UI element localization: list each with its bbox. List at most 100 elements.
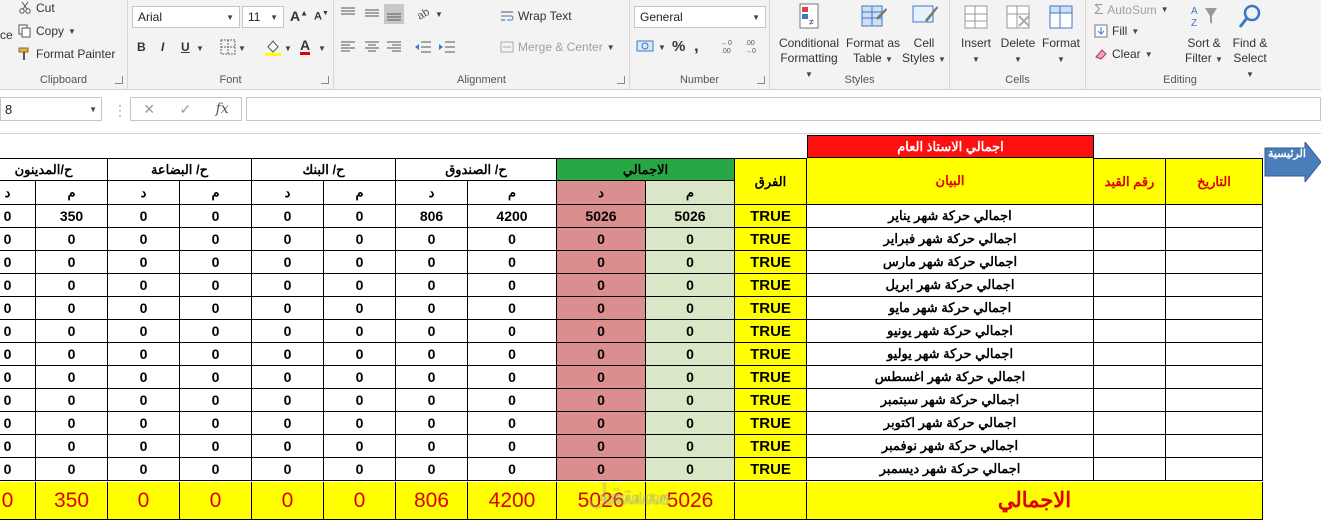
merge-center-button[interactable]: Merge & Center ▼ bbox=[500, 40, 615, 54]
insert-cells-button[interactable]: Insert ▼ bbox=[956, 2, 996, 67]
value-cell-cash-m[interactable]: 0 bbox=[468, 320, 557, 343]
increase-indent-icon[interactable] bbox=[438, 40, 456, 54]
value-cell-debt-m[interactable]: 0 bbox=[36, 458, 108, 481]
value-cell-cash-m[interactable]: 0 bbox=[468, 343, 557, 366]
subheader-cash-d[interactable]: د bbox=[396, 181, 468, 205]
value-cell-cash-d[interactable]: 0 bbox=[396, 389, 468, 412]
font-size-select[interactable]: 11 ▼ bbox=[242, 6, 284, 28]
accounting-format-icon[interactable] bbox=[636, 38, 656, 54]
value-cell-debt-m[interactable]: 0 bbox=[36, 251, 108, 274]
statement-cell[interactable]: اجمالي حركة شهر مارس bbox=[807, 251, 1094, 274]
entry-no-cell[interactable] bbox=[1094, 297, 1166, 320]
value-cell-cash-d[interactable]: 0 bbox=[396, 297, 468, 320]
value-cell-debt-m[interactable]: 350 bbox=[36, 205, 108, 228]
difference-cell[interactable]: TRUE bbox=[735, 228, 807, 251]
totals-cell-debt-d[interactable]: 0 bbox=[0, 482, 36, 520]
header-total[interactable]: الاجمالي bbox=[557, 158, 735, 181]
value-cell-bank-d[interactable]: 0 bbox=[252, 435, 324, 458]
decrease-decimal-icon[interactable]: .00→0 bbox=[744, 38, 764, 54]
header-entry-no[interactable]: رقم القيد bbox=[1094, 158, 1166, 205]
difference-cell[interactable]: TRUE bbox=[735, 343, 807, 366]
value-cell-bank-d[interactable]: 0 bbox=[252, 343, 324, 366]
value-cell-tot-d[interactable]: 0 bbox=[557, 412, 646, 435]
home-button-label[interactable]: الرئيسية bbox=[1268, 147, 1306, 160]
value-cell-goods-m[interactable]: 0 bbox=[180, 412, 252, 435]
value-cell-goods-m[interactable]: 0 bbox=[180, 297, 252, 320]
autosum-button[interactable]: Σ AutoSum ▼ bbox=[1094, 1, 1169, 18]
entry-no-cell[interactable] bbox=[1094, 412, 1166, 435]
subheader-bank-d[interactable]: د bbox=[252, 181, 324, 205]
value-cell-bank-m[interactable]: 0 bbox=[324, 366, 396, 389]
value-cell-bank-d[interactable]: 0 bbox=[252, 412, 324, 435]
cut-button[interactable]: Cut bbox=[18, 1, 55, 15]
value-cell-goods-m[interactable]: 0 bbox=[180, 458, 252, 481]
value-cell-tot-d[interactable]: 0 bbox=[557, 297, 646, 320]
dialog-launcher-icon[interactable] bbox=[757, 76, 765, 84]
value-cell-bank-d[interactable]: 0 bbox=[252, 297, 324, 320]
chevron-down-icon[interactable]: ▼ bbox=[68, 27, 76, 36]
sort-filter-button[interactable]: AZ Sort & Filter ▼ bbox=[1182, 2, 1226, 67]
align-center-icon[interactable] bbox=[364, 40, 380, 54]
value-cell-tot-m[interactable]: 5026 bbox=[646, 205, 735, 228]
value-cell-cash-d[interactable]: 806 bbox=[396, 205, 468, 228]
value-cell-debt-d[interactable]: 0 bbox=[0, 251, 36, 274]
subheader-tot-d[interactable]: د bbox=[557, 181, 646, 205]
totals-label-cell[interactable]: الاجمالي bbox=[807, 482, 1263, 520]
subheader-debt-m[interactable]: م bbox=[36, 181, 108, 205]
date-cell[interactable] bbox=[1166, 389, 1263, 412]
entry-no-cell[interactable] bbox=[1094, 435, 1166, 458]
value-cell-cash-d[interactable]: 0 bbox=[396, 320, 468, 343]
value-cell-goods-d[interactable]: 0 bbox=[108, 366, 180, 389]
value-cell-debt-d[interactable]: 0 bbox=[0, 320, 36, 343]
header-debtors[interactable]: ح/المدينون bbox=[0, 158, 108, 181]
entry-no-cell[interactable] bbox=[1094, 228, 1166, 251]
value-cell-tot-m[interactable]: 0 bbox=[646, 297, 735, 320]
value-cell-cash-d[interactable]: 0 bbox=[396, 228, 468, 251]
increase-decimal-icon[interactable]: ←0.00 bbox=[720, 38, 740, 54]
value-cell-tot-d[interactable]: 0 bbox=[557, 274, 646, 297]
conditional-formatting-button[interactable]: ≠ Conditional Formatting ▼ bbox=[776, 2, 842, 82]
value-cell-tot-d[interactable]: 0 bbox=[557, 366, 646, 389]
value-cell-cash-m[interactable]: 0 bbox=[468, 389, 557, 412]
value-cell-bank-d[interactable]: 0 bbox=[252, 228, 324, 251]
date-cell[interactable] bbox=[1166, 435, 1263, 458]
value-cell-debt-d[interactable]: 0 bbox=[0, 458, 36, 481]
header-difference[interactable]: الفرق bbox=[735, 158, 807, 205]
value-cell-goods-d[interactable]: 0 bbox=[108, 389, 180, 412]
value-cell-cash-m[interactable]: 4200 bbox=[468, 205, 557, 228]
statement-cell[interactable]: اجمالي حركة شهر اغسطس bbox=[807, 366, 1094, 389]
statement-cell[interactable]: اجمالي حركة شهر فبراير bbox=[807, 228, 1094, 251]
title-cell[interactable]: اجمالي الاستاذ العام bbox=[807, 135, 1094, 158]
formula-bar-grip-icon[interactable]: ⋮ bbox=[113, 102, 127, 119]
chevron-down-icon[interactable]: ▼ bbox=[238, 44, 246, 53]
statement-cell[interactable]: اجمالي حركة شهر اكتوبر bbox=[807, 412, 1094, 435]
value-cell-bank-m[interactable]: 0 bbox=[324, 251, 396, 274]
enter-icon[interactable]: ✓ bbox=[179, 101, 191, 118]
italic-button[interactable]: I bbox=[161, 40, 164, 54]
value-cell-goods-m[interactable]: 0 bbox=[180, 251, 252, 274]
value-cell-bank-d[interactable]: 0 bbox=[252, 389, 324, 412]
fill-color-icon[interactable] bbox=[264, 38, 282, 56]
value-cell-tot-m[interactable]: 0 bbox=[646, 389, 735, 412]
shrink-font-button[interactable]: A▼ bbox=[314, 10, 329, 23]
value-cell-debt-m[interactable]: 0 bbox=[36, 366, 108, 389]
totals-cell-cash-m[interactable]: 4200 bbox=[468, 482, 557, 520]
value-cell-debt-d[interactable]: 0 bbox=[0, 205, 36, 228]
value-cell-cash-d[interactable]: 0 bbox=[396, 458, 468, 481]
font-name-select[interactable]: Arial ▼ bbox=[132, 6, 240, 28]
totals-cell-goods-m[interactable]: 0 bbox=[180, 482, 252, 520]
value-cell-debt-d[interactable]: 0 bbox=[0, 366, 36, 389]
header-cash[interactable]: ح/ الصندوق bbox=[396, 158, 557, 181]
entry-no-cell[interactable] bbox=[1094, 343, 1166, 366]
value-cell-bank-m[interactable]: 0 bbox=[324, 412, 396, 435]
entry-no-cell[interactable] bbox=[1094, 274, 1166, 297]
difference-cell[interactable]: TRUE bbox=[735, 458, 807, 481]
value-cell-bank-m[interactable]: 0 bbox=[324, 228, 396, 251]
value-cell-debt-d[interactable]: 0 bbox=[0, 435, 36, 458]
header-bank[interactable]: ح/ البنك bbox=[252, 158, 396, 181]
statement-cell[interactable]: اجمالي حركة شهر يناير bbox=[807, 205, 1094, 228]
value-cell-bank-d[interactable]: 0 bbox=[252, 274, 324, 297]
value-cell-bank-m[interactable]: 0 bbox=[324, 274, 396, 297]
statement-cell[interactable]: اجمالي حركة شهر يوليو bbox=[807, 343, 1094, 366]
value-cell-goods-m[interactable]: 0 bbox=[180, 205, 252, 228]
